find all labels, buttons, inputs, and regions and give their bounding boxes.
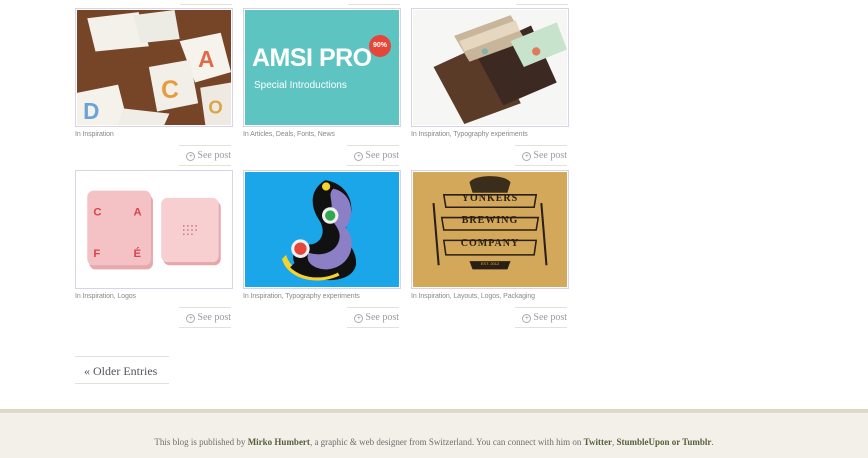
amsi-pro-banner-image: AMSI PRO Special Introductions 90% <box>245 10 399 125</box>
svg-text:C: C <box>161 77 179 104</box>
plus-circle-icon: + <box>354 152 364 161</box>
plus-circle-icon: + <box>186 314 196 323</box>
post-thumbnail[interactable]: A C D O <box>75 8 233 127</box>
svg-text:A: A <box>198 46 214 72</box>
plus-circle-icon: + <box>522 314 532 323</box>
footer-text: This blog is published by <box>154 437 248 447</box>
svg-text:C: C <box>93 206 101 218</box>
logo-est: EST. 2012 <box>480 261 500 266</box>
see-post-button[interactable]: + See post <box>347 145 399 166</box>
stumbleupon-tumblr-link[interactable]: StumbleUpon or Tumblr <box>616 437 711 447</box>
svg-text:É: É <box>133 247 141 260</box>
see-post-button[interactable]: + See post <box>515 307 567 328</box>
previous-row-divider <box>348 0 400 5</box>
see-post-label: See post <box>197 312 231 323</box>
footer-text: . <box>711 437 714 447</box>
author-link[interactable]: Mirko Humbert <box>248 437 310 447</box>
paper-letter-cards-image: A C D O <box>77 10 231 125</box>
see-post-label: See post <box>365 312 399 323</box>
site-footer: This blog is published by Mirko Humbert,… <box>0 409 868 458</box>
post-categories: In Inspiration, Typography experiments <box>243 293 360 300</box>
post-categories: In Inspiration, Typography experiments <box>411 131 528 138</box>
logo-line: COMPANY <box>460 238 520 249</box>
svg-text:F: F <box>93 248 100 260</box>
banner-subtitle: Special Introductions <box>254 80 347 91</box>
svg-text:D: D <box>83 98 99 124</box>
see-post-button[interactable]: + See post <box>347 307 399 328</box>
post-categories: In Inspiration, Logos <box>75 293 136 300</box>
yonkers-brewing-logo-image: YONKERS BREWING COMPANY EST. 2012 <box>413 172 567 287</box>
post-thumbnail[interactable]: C A F É <box>75 170 233 289</box>
see-post-label: See post <box>533 312 567 323</box>
see-post-label: See post <box>197 150 231 161</box>
post-categories: In Inspiration, Layouts, Logos, Packagin… <box>411 293 535 300</box>
previous-row-divider <box>180 0 232 5</box>
see-post-button[interactable]: + See post <box>179 307 231 328</box>
svg-text:A: A <box>133 206 141 218</box>
colorful-circles-image <box>245 172 399 287</box>
footer-text: , a graphic & web designer from Switzerl… <box>309 437 584 447</box>
badge-label: 90% <box>372 42 387 49</box>
svg-text:O: O <box>208 97 222 118</box>
twitter-link[interactable]: Twitter <box>584 437 612 447</box>
post-thumbnail[interactable] <box>243 170 401 289</box>
discount-badge: 90% <box>369 35 391 57</box>
footer-credits: This blog is published by Mirko Humbert,… <box>0 437 868 447</box>
previous-row-divider <box>516 0 568 5</box>
plus-circle-icon: + <box>186 152 196 161</box>
post-thumbnail[interactable]: AMSI PRO Special Introductions 90% <box>243 8 401 127</box>
post-thumbnail[interactable] <box>411 8 569 127</box>
chocolate-bar-packaging-image <box>413 10 567 125</box>
older-entries-link[interactable]: « Older Entries <box>75 356 169 384</box>
plus-circle-icon: + <box>354 314 364 323</box>
see-post-button[interactable]: + See post <box>179 145 231 166</box>
logo-line: BREWING <box>461 215 519 226</box>
see-post-label: See post <box>365 150 399 161</box>
see-post-label: See post <box>533 150 567 161</box>
cafe-coasters-image: C A F É <box>77 172 231 287</box>
post-categories: In Inspiration <box>75 131 114 138</box>
post-categories: In Articles, Deals, Fonts, News <box>243 131 335 138</box>
see-post-button[interactable]: + See post <box>515 145 567 166</box>
logo-line: YONKERS <box>461 193 519 204</box>
plus-circle-icon: + <box>522 152 532 161</box>
post-thumbnail[interactable]: YONKERS BREWING COMPANY EST. 2012 <box>411 170 569 289</box>
banner-title: AMSI PRO <box>252 44 372 72</box>
